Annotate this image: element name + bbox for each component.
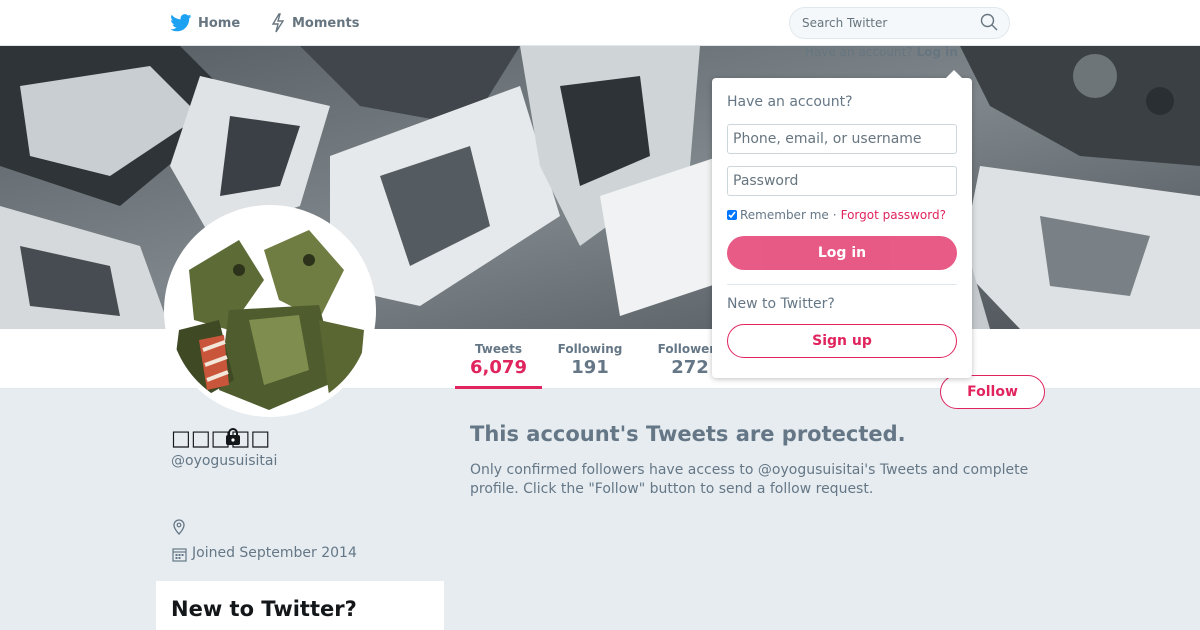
lightning-bolt-icon <box>271 13 285 33</box>
login-hint-question: Have an account? <box>805 45 913 59</box>
dropdown-title: Have an account? <box>727 94 853 110</box>
stat-following[interactable]: Following 191 <box>550 329 630 389</box>
stat-following-label: Following <box>557 342 623 356</box>
login-hint-link[interactable]: Log in <box>916 45 957 59</box>
stat-tweets-label: Tweets <box>474 342 523 356</box>
forgot-password-link[interactable]: Forgot password? <box>841 208 946 222</box>
protected-title: This account's Tweets are protected. <box>470 422 906 446</box>
remember-me-checkbox[interactable] <box>727 210 737 220</box>
lock-icon <box>226 428 240 445</box>
twitter-bird-icon <box>170 14 192 32</box>
dropdown-new-label: New to Twitter? <box>727 296 835 312</box>
calendar-icon <box>172 548 187 562</box>
remember-me-label: Remember me <box>740 208 829 222</box>
profile-handle[interactable]: @oyogusuisitai <box>171 453 277 469</box>
new-to-twitter-card: New to Twitter? <box>156 581 444 630</box>
signup-button[interactable]: Sign up <box>727 324 957 358</box>
new-to-twitter-title: New to Twitter? <box>171 597 357 621</box>
remember-row: Remember me · Forgot password? <box>727 208 946 222</box>
login-hint: Have an account? Log in <box>805 45 958 59</box>
search-input[interactable] <box>789 7 1010 39</box>
login-dropdown: Have an account? Remember me · Forgot pa… <box>712 70 972 378</box>
profile-name: □□□□□ <box>171 426 271 450</box>
nav-moments-label: Moments <box>292 15 360 31</box>
protected-description: Only confirmed followers have access to … <box>470 462 1029 497</box>
stat-tweets-value: 6,079 <box>470 357 527 378</box>
location-pin-icon <box>173 519 185 535</box>
stat-following-value: 191 <box>571 357 609 378</box>
nav-home-label: Home <box>198 15 241 31</box>
search-icon[interactable] <box>980 13 998 31</box>
avatar[interactable] <box>164 205 376 417</box>
password-field[interactable] <box>727 166 957 196</box>
remember-separator: · <box>832 208 837 222</box>
avatar-artwork <box>169 210 371 412</box>
dropdown-caret <box>946 70 962 78</box>
dropdown-divider <box>727 284 957 285</box>
username-field[interactable] <box>727 124 957 154</box>
top-navigation-bar: Home Moments <box>0 0 1200 46</box>
follow-button[interactable]: Follow <box>940 375 1045 409</box>
nav-home[interactable]: Home <box>170 0 240 46</box>
joined-date: Joined September 2014 <box>192 545 357 561</box>
login-button[interactable]: Log in <box>727 236 957 270</box>
nav-moments[interactable]: Moments <box>270 0 359 46</box>
stat-tweets[interactable]: Tweets 6,079 <box>455 329 542 389</box>
